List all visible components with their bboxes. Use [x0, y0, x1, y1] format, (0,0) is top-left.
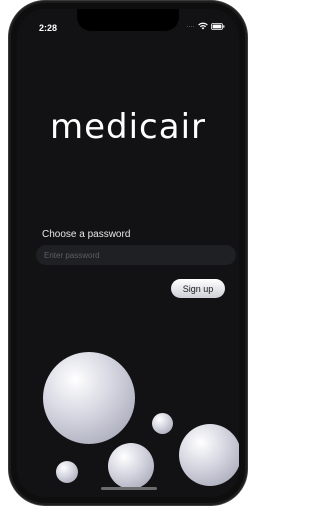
decorative-bubble-small — [152, 413, 173, 434]
app-screen: 2:28 .... medicair Choose a password Sig… — [17, 9, 239, 497]
app-logo: medicair — [49, 107, 207, 147]
notch — [77, 9, 179, 31]
status-indicators: .... — [186, 22, 225, 30]
password-input[interactable] — [36, 245, 236, 265]
decorative-bubble-medium — [108, 443, 154, 489]
phone-frame: 2:28 .... medicair Choose a password Sig… — [11, 3, 245, 503]
decorative-bubble-large — [43, 352, 135, 444]
battery-icon — [211, 22, 225, 30]
decorative-bubble-bottom — [56, 461, 78, 483]
signal-dots: .... — [186, 23, 195, 29]
sign-up-button[interactable]: Sign up — [171, 279, 225, 298]
status-time: 2:28 — [39, 23, 58, 33]
home-indicator[interactable] — [101, 487, 157, 490]
wifi-icon — [198, 22, 208, 30]
decorative-bubble-right — [179, 424, 239, 486]
password-label: Choose a password — [42, 229, 131, 240]
